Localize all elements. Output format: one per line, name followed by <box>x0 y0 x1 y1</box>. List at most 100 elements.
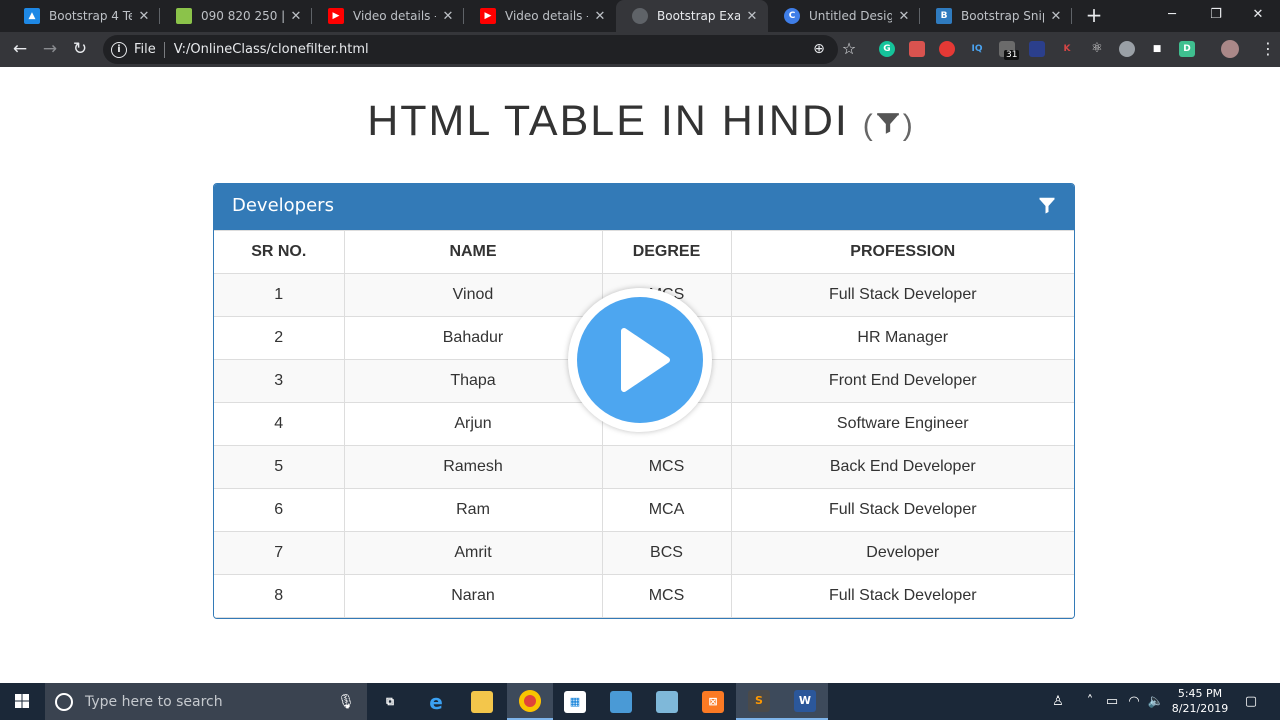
sublime-text-icon[interactable]: S <box>736 683 782 720</box>
tab-bootstrap-example[interactable]: Bootstrap Example ✕ <box>616 0 768 32</box>
table-cell: Back End Developer <box>730 445 1074 489</box>
zoom-icon[interactable]: ⊕ <box>806 36 832 62</box>
minimize-button[interactable]: ─ <box>1150 0 1194 30</box>
table-cell: Arjun <box>343 402 603 446</box>
filter-icon[interactable] <box>1038 197 1056 215</box>
column-header: PROFESSION <box>730 230 1074 274</box>
new-tab-button[interactable]: + <box>1082 4 1106 28</box>
show-hidden-icons[interactable]: ˄ <box>1081 683 1099 720</box>
system-clock[interactable]: 5:45 PM 8/21/2019 <box>1170 686 1230 716</box>
table-cell: Bahadur <box>343 316 603 360</box>
table-cell: Ramesh <box>343 445 603 489</box>
taskbar-search[interactable]: Type here to search 🎙 <box>45 683 367 720</box>
canva-icon: C <box>784 8 800 24</box>
extension-gray-icon[interactable] <box>1119 41 1135 57</box>
microphone-icon[interactable]: 🎙 <box>337 694 355 710</box>
address-bar[interactable]: i File V:/OnlineClass/clonefilter.html <box>103 35 838 64</box>
table-cell: BCS <box>601 531 732 575</box>
extension-d-icon[interactable]: D <box>1179 41 1195 57</box>
close-tab-icon[interactable]: ✕ <box>136 9 152 24</box>
store-icon[interactable]: ▦ <box>552 683 598 720</box>
reload-button[interactable]: ↻ <box>67 36 93 62</box>
table-cell: Vinod <box>343 273 603 317</box>
url-text[interactable]: V:/OnlineClass/clonefilter.html <box>174 42 369 57</box>
forward-button[interactable]: → <box>37 36 63 62</box>
volume-icon[interactable]: 🔈 <box>1146 683 1166 720</box>
youtube-icon: ▶ <box>480 8 496 24</box>
close-tab-icon[interactable]: ✕ <box>288 9 304 24</box>
edge-icon[interactable]: e <box>413 683 459 720</box>
table-cell: MCS <box>601 574 732 618</box>
extension-hand-icon[interactable] <box>939 41 955 57</box>
table-cell: Software Engineer <box>730 402 1074 446</box>
table-cell: Full Stack Developer <box>730 273 1074 317</box>
close-tab-icon[interactable]: ✕ <box>744 9 760 24</box>
extension-square-icon[interactable]: ■ <box>1149 41 1165 57</box>
table-cell: 3 <box>214 359 345 403</box>
column-header: NAME <box>343 230 603 274</box>
start-button[interactable] <box>0 683 45 720</box>
cortana-icon <box>55 692 73 711</box>
info-icon[interactable]: i <box>111 41 127 58</box>
computer-icon[interactable] <box>598 683 644 720</box>
monitor-icon <box>176 8 192 24</box>
xampp-icon[interactable]: ⊠ <box>690 683 736 720</box>
scheme-label: File <box>134 42 156 57</box>
close-tab-icon[interactable]: ✕ <box>896 9 912 24</box>
table-cell: 1 <box>214 273 345 317</box>
video-play-button[interactable] <box>568 288 712 432</box>
back-button[interactable]: ← <box>7 36 33 62</box>
tab-screen[interactable]: 090 820 250 | Scre ✕ <box>160 0 312 32</box>
globe-icon <box>632 8 648 24</box>
close-tab-icon[interactable]: ✕ <box>1048 9 1064 24</box>
panel-heading: Developers <box>214 184 1074 230</box>
restore-button[interactable]: ❐ <box>1194 0 1238 30</box>
extension-red-icon[interactable] <box>909 41 925 57</box>
table-row: 5 Ramesh MCS Back End Developer <box>214 445 1074 489</box>
table-cell: 4 <box>214 402 345 446</box>
chrome-icon[interactable] <box>507 683 553 720</box>
close-tab-icon[interactable]: ✕ <box>592 9 608 24</box>
page-title: HTML TABLE IN HINDI () <box>367 97 913 145</box>
app-icon[interactable] <box>644 683 690 720</box>
people-icon[interactable]: ♙ <box>1046 683 1070 720</box>
file-explorer-icon[interactable] <box>459 683 505 720</box>
column-header: DEGREE <box>601 230 732 274</box>
word-icon[interactable]: W <box>782 683 828 720</box>
tab-strip: ▲ Bootstrap 4 Templ ✕ 090 820 250 | Scre… <box>0 0 1280 32</box>
table-cell: Full Stack Developer <box>730 488 1074 532</box>
battery-icon[interactable]: ▭ <box>1102 683 1122 720</box>
react-icon[interactable]: ⚛ <box>1089 41 1105 57</box>
page-content: HTML TABLE IN HINDI () Developers SR NO.… <box>0 67 1280 683</box>
task-view-icon[interactable]: ⧉ <box>367 683 413 720</box>
table-header-row: SR NO. NAME DEGREE PROFESSION <box>214 230 1074 274</box>
table-cell: 6 <box>214 488 345 532</box>
tab-bootstrap-snippet[interactable]: B Bootstrap Snippet ✕ <box>920 0 1072 32</box>
iq-icon[interactable]: IQ <box>969 41 985 57</box>
table-cell: Developer <box>730 531 1074 575</box>
tab-bootstrap-templates[interactable]: ▲ Bootstrap 4 Templ ✕ <box>8 0 160 32</box>
table-cell: HR Manager <box>730 316 1074 360</box>
extension-blue-icon[interactable] <box>1029 41 1045 57</box>
table-cell: MCA <box>601 488 732 532</box>
play-icon <box>577 297 703 423</box>
table-cell: 7 <box>214 531 345 575</box>
close-window-button[interactable]: ✕ <box>1236 0 1280 30</box>
grammarly-icon[interactable]: G <box>879 41 895 57</box>
table-row: 7 Amrit BCS Developer <box>214 531 1074 575</box>
table-cell: MCS <box>601 445 732 489</box>
network-icon[interactable]: ◠ <box>1124 683 1144 720</box>
tab-video-details-1[interactable]: ▶ Video details - You ✕ <box>312 0 464 32</box>
table-cell: 8 <box>214 574 345 618</box>
table-cell: Ram <box>343 488 603 532</box>
windows-taskbar: Type here to search 🎙 ⧉ e ▦ ⊠ S W ♙ ˄ ▭ … <box>0 683 1280 720</box>
bookmark-star-icon[interactable]: ☆ <box>836 36 862 62</box>
avatar[interactable] <box>1221 40 1239 58</box>
tab-video-details-2[interactable]: ▶ Video details - You ✕ <box>464 0 616 32</box>
close-tab-icon[interactable]: ✕ <box>440 9 456 24</box>
filter-icon[interactable] <box>875 111 901 137</box>
tab-untitled-design[interactable]: C Untitled Design ✕ <box>768 0 920 32</box>
menu-icon[interactable]: ⋮ <box>1255 36 1280 62</box>
notifications-icon[interactable]: ▢ <box>1236 683 1266 720</box>
extension-k-icon[interactable]: K <box>1059 41 1075 57</box>
